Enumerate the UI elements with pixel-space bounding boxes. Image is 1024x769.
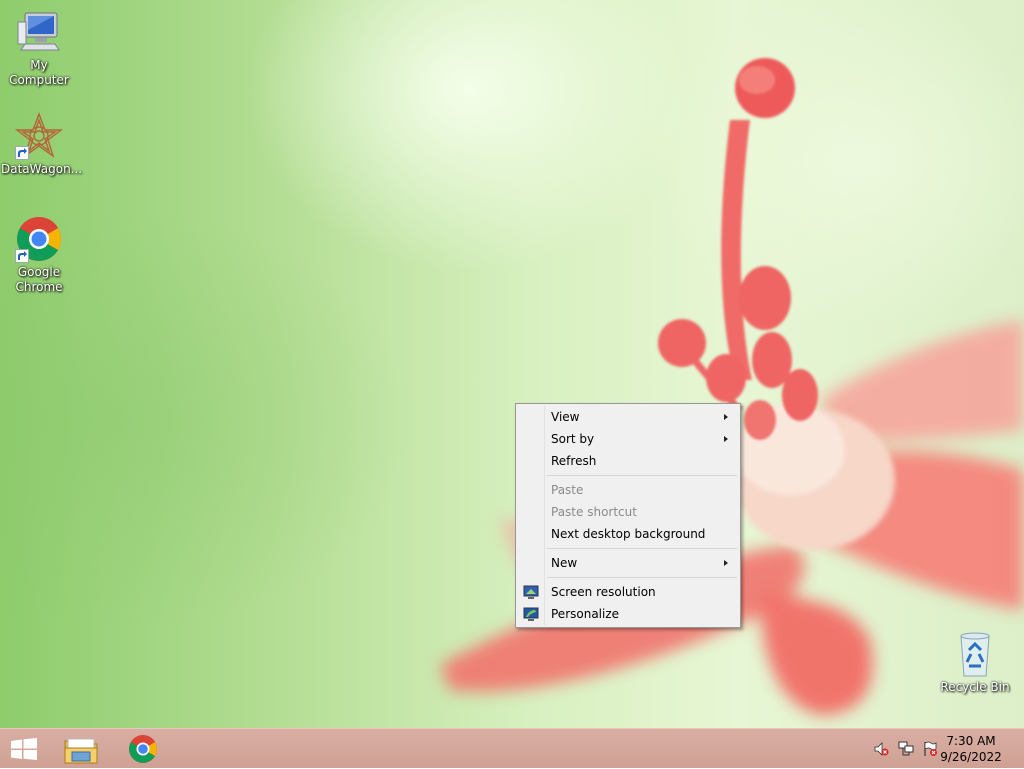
network-icon[interactable]: [898, 741, 914, 757]
menu-item-new[interactable]: New: [518, 552, 738, 574]
menu-item-sort-by[interactable]: Sort by: [518, 428, 738, 450]
windows-start-icon: [11, 738, 37, 764]
wallpaper-flower: [440, 58, 1024, 715]
chrome-icon: [128, 734, 158, 768]
desktop-icon-label: Recycle Bin: [940, 680, 1010, 694]
taskbar-clock[interactable]: 7:30 AM 9/26/2022: [936, 733, 1006, 765]
menu-separator: [547, 475, 737, 476]
submenu-arrow-icon: [724, 436, 728, 442]
taskbar-chrome-button[interactable]: [120, 732, 168, 766]
desktop-icon-my-computer[interactable]: My Computer: [1, 8, 77, 88]
computer-icon: [15, 8, 63, 56]
menu-item-label: Paste shortcut: [551, 505, 637, 519]
submenu-arrow-icon: [724, 560, 728, 566]
taskbar-file-explorer-button[interactable]: [58, 732, 106, 766]
start-button[interactable]: [0, 732, 48, 766]
menu-item-label: Next desktop background: [551, 527, 706, 541]
menu-item-personalize[interactable]: Personalize: [518, 603, 738, 625]
menu-item-label: Refresh: [551, 454, 597, 468]
shortcut-arrow-icon: [15, 249, 29, 263]
desktop-icon-label: My Computer: [9, 58, 69, 87]
desktop[interactable]: My Computer DataWagon... Google Chrome R…: [0, 0, 1024, 728]
menu-item-paste[interactable]: Paste: [518, 479, 738, 501]
menu-item-label: Sort by: [551, 432, 595, 446]
desktop-icon-google-chrome[interactable]: Google Chrome: [1, 215, 77, 295]
menu-item-next-desktop-background[interactable]: Next desktop background: [518, 523, 738, 545]
menu-item-view[interactable]: View: [518, 406, 738, 428]
menu-item-label: Screen resolution: [551, 585, 656, 599]
desktop-context-menu: View Sort by Refresh Paste Paste shortcu…: [515, 403, 741, 628]
menu-item-screen-resolution[interactable]: Screen resolution: [518, 581, 738, 603]
desktop-icon-label: DataWagon...: [1, 162, 83, 176]
taskbar: 7:30 AM 9/26/2022: [0, 728, 1024, 768]
volume-muted-icon[interactable]: [873, 741, 889, 757]
recycle-bin-icon: [951, 630, 999, 678]
menu-item-label: New: [551, 556, 578, 570]
desktop-icon-datawagon[interactable]: DataWagon...: [1, 112, 83, 177]
file-explorer-icon: [64, 735, 98, 769]
shortcut-arrow-icon: [15, 146, 29, 160]
screen-resolution-icon: [523, 584, 539, 600]
menu-separator: [547, 548, 737, 549]
personalize-icon: [523, 606, 539, 622]
desktop-icon-label: Google Chrome: [15, 265, 63, 294]
submenu-arrow-icon: [724, 414, 728, 420]
menu-separator: [547, 577, 737, 578]
menu-item-label: Paste: [551, 483, 584, 497]
desktop-icon-recycle-bin[interactable]: Recycle Bin: [937, 630, 1013, 695]
menu-item-label: View: [551, 410, 580, 424]
menu-item-paste-shortcut[interactable]: Paste shortcut: [518, 501, 738, 523]
menu-item-refresh[interactable]: Refresh: [518, 450, 738, 472]
clock-time: 7:30 AM: [946, 734, 996, 748]
clock-date: 9/26/2022: [940, 750, 1002, 764]
chrome-icon: [15, 215, 63, 263]
datawagon-icon: [14, 112, 64, 160]
menu-item-label: Personalize: [551, 607, 620, 621]
